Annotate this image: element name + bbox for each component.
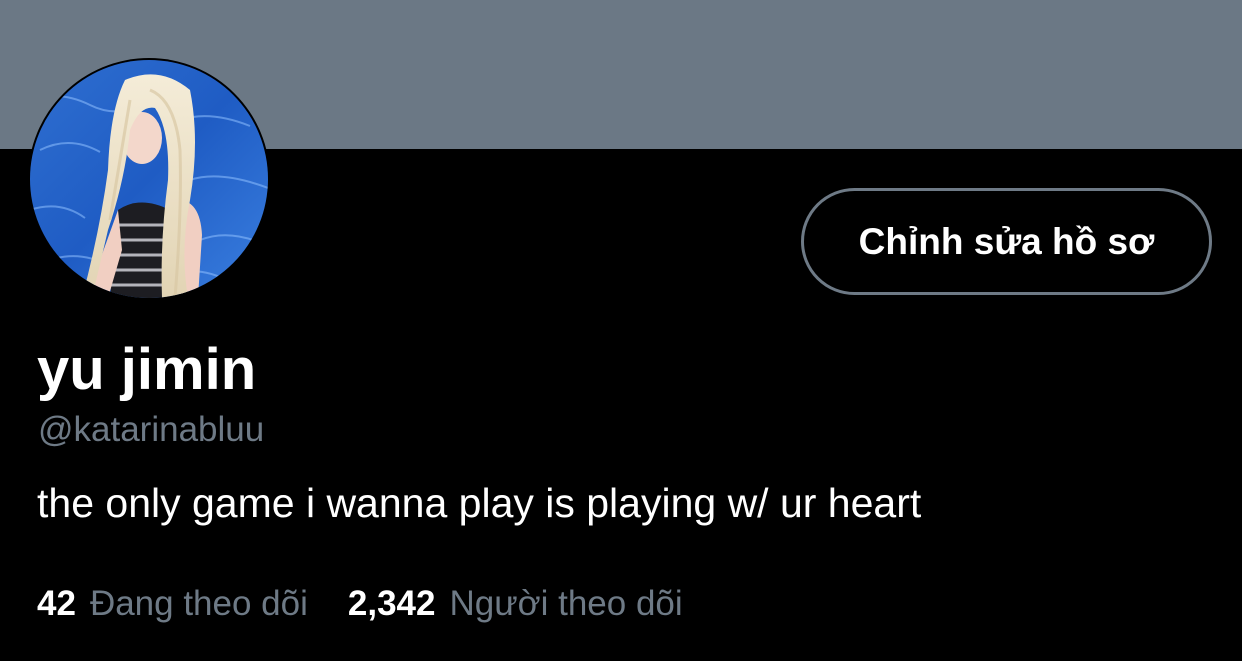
profile-stats: 42 Đang theo dõi 2,342 Người theo dõi (37, 582, 683, 626)
followers-label: Người theo dõi (449, 584, 683, 623)
display-name: yu jimin (37, 337, 257, 402)
edit-profile-button[interactable]: Chỉnh sửa hồ sơ (801, 188, 1212, 295)
username-handle: @katarinabluu (38, 410, 265, 449)
followers-count: 2,342 (347, 584, 436, 623)
avatar[interactable] (28, 58, 270, 300)
profile-bio: the only game i wanna play is playing w/… (37, 480, 922, 526)
avatar-image (30, 60, 268, 298)
following-stat[interactable]: 42 Đang theo dõi (37, 582, 308, 626)
following-count: 42 (37, 584, 76, 623)
followers-stat[interactable]: 2,342 Người theo dõi (348, 582, 683, 626)
following-label: Đang theo dõi (89, 584, 308, 623)
